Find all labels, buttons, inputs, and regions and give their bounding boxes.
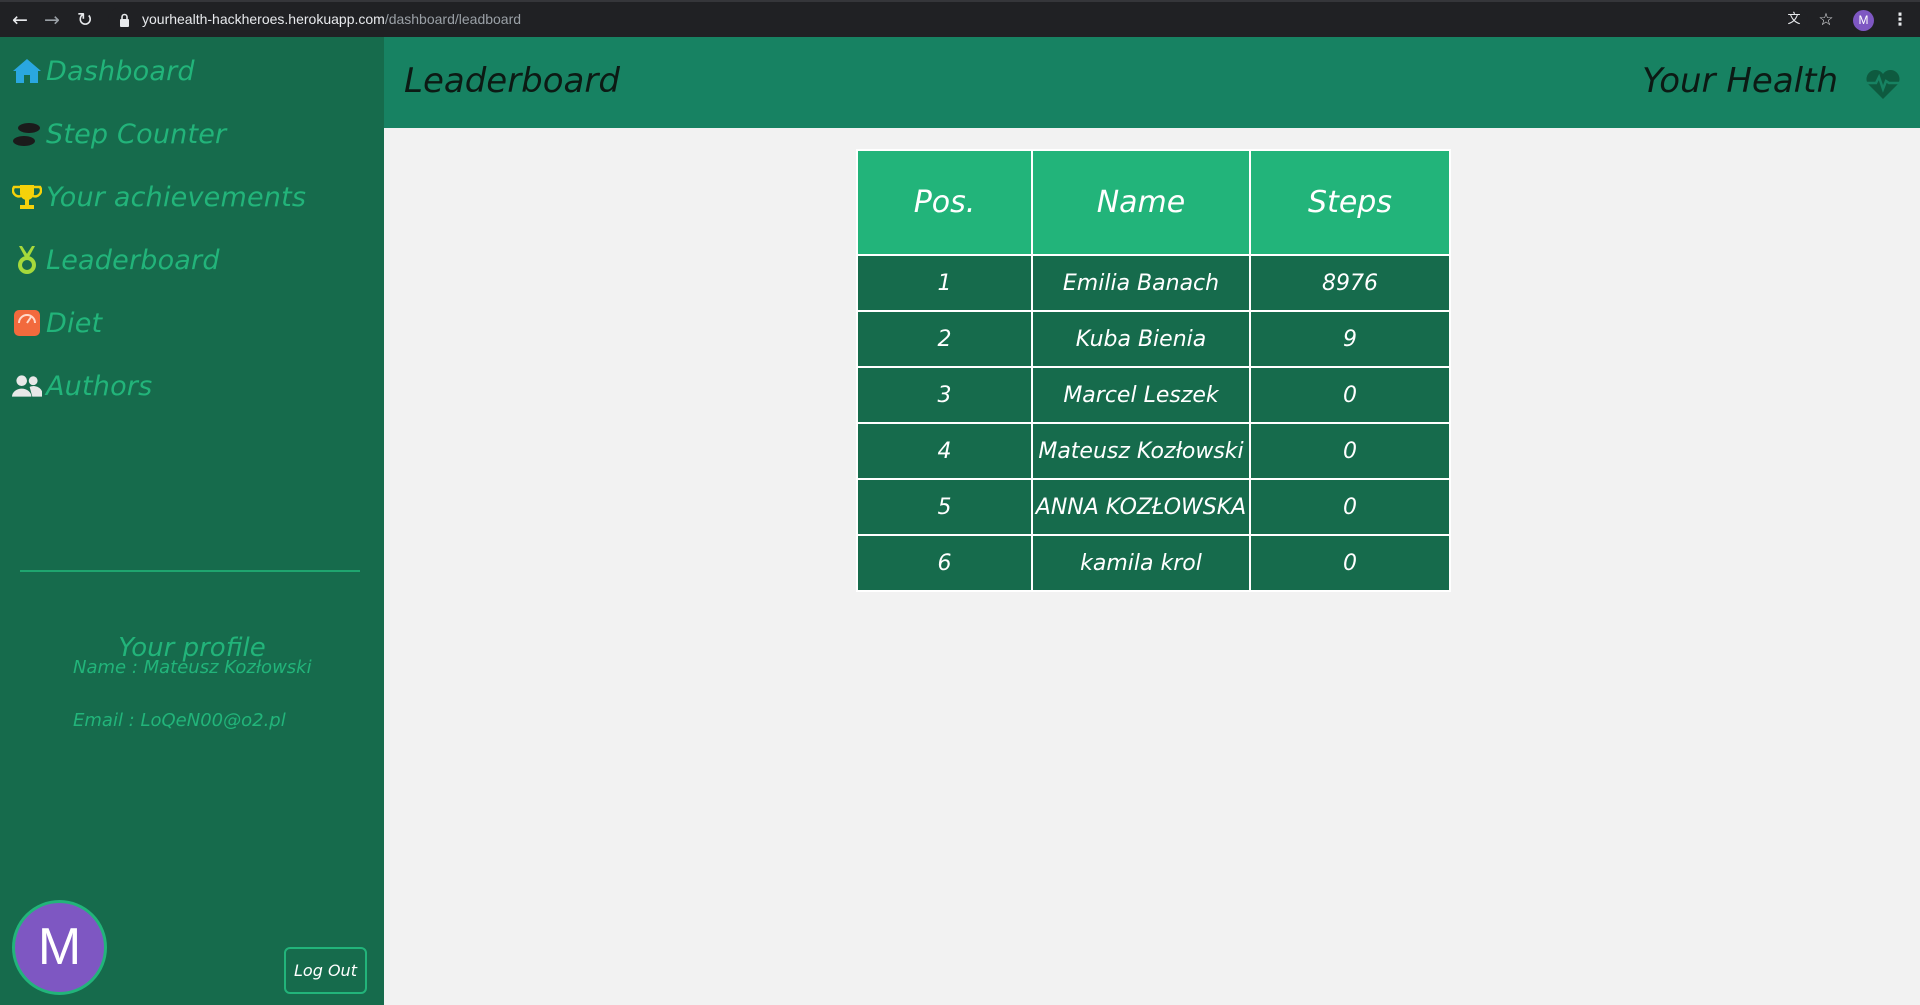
profile-email: Email : LoQeN00@o2.pl: [73, 710, 286, 731]
sidebar-item-label: Leaderboard: [46, 244, 220, 276]
medal-icon: [12, 245, 42, 275]
sidebar-item-label: Your achievements: [46, 181, 307, 213]
translate-icon[interactable]: 文: [1782, 8, 1806, 32]
users-icon: [12, 371, 42, 401]
sidebar-item-label: Authors: [46, 370, 153, 402]
back-arrow-icon[interactable]: ←: [8, 8, 32, 32]
table-row: 4 Mateusz Kozłowski 0: [856, 422, 1451, 480]
cell-steps: 9: [1249, 310, 1451, 368]
table-row: 1 Emilia Banach 8976: [856, 254, 1451, 312]
cell-name: ANNA KOZŁOWSKA: [1031, 478, 1251, 536]
sidebar-item-label: Dashboard: [46, 55, 195, 87]
table-row: 2 Kuba Bienia 9: [856, 310, 1451, 368]
browser-profile-avatar[interactable]: M: [1853, 10, 1874, 31]
sidebar-item-leaderboard[interactable]: Leaderboard: [12, 240, 220, 280]
table-header-row: Pos. Name Steps: [856, 149, 1451, 256]
sidebar-item-diet[interactable]: Diet: [12, 303, 102, 343]
page-header: Leaderboard Your Health: [384, 37, 1920, 128]
footprints-icon: [12, 119, 42, 149]
forward-arrow-icon[interactable]: →: [40, 8, 64, 32]
cell-name: Emilia Banach: [1031, 254, 1251, 312]
leaderboard-table: Pos. Name Steps 1 Emilia Banach 8976 2 K…: [856, 149, 1451, 592]
cell-steps: 0: [1249, 478, 1451, 536]
cell-pos: 5: [856, 478, 1033, 536]
cell-name: Mateusz Kozłowski: [1031, 422, 1251, 480]
cell-name: Marcel Leszek: [1031, 366, 1251, 424]
brand-name: Your Health: [1642, 61, 1838, 101]
column-header-name: Name: [1031, 149, 1251, 256]
cell-steps: 0: [1249, 422, 1451, 480]
table-row: 3 Marcel Leszek 0: [856, 366, 1451, 424]
sidebar-divider: [20, 570, 360, 572]
sidebar-item-label: Diet: [46, 307, 103, 339]
page-title: Leaderboard: [404, 61, 620, 101]
reload-icon[interactable]: ↻: [73, 8, 97, 32]
scale-icon: [12, 308, 42, 338]
home-icon: [12, 56, 42, 86]
sidebar: Dashboard Step Counter Your achievements…: [0, 37, 384, 1005]
sidebar-item-label: Step Counter: [46, 118, 227, 150]
table-row: 5 ANNA KOZŁOWSKA 0: [856, 478, 1451, 536]
cell-pos: 2: [856, 310, 1033, 368]
profile-name: Name : Mateusz Kozłowski: [73, 657, 312, 678]
url-text: yourhealth-hackheroes.herokuapp.com/dash…: [142, 11, 522, 27]
heart-pulse-icon: [1866, 69, 1900, 99]
sidebar-item-achievements[interactable]: Your achievements: [12, 177, 306, 217]
cell-steps: 0: [1249, 366, 1451, 424]
cell-pos: 1: [856, 254, 1033, 312]
cell-steps: 8976: [1249, 254, 1451, 312]
browser-toolbar: ← → ↻ yourhealth-hackheroes.herokuapp.co…: [0, 0, 1920, 37]
cell-pos: 4: [856, 422, 1033, 480]
table-row: 6 kamila krol 0: [856, 534, 1451, 592]
column-header-pos: Pos.: [856, 149, 1033, 256]
column-header-steps: Steps: [1249, 149, 1451, 256]
cell-name: Kuba Bienia: [1031, 310, 1251, 368]
cell-name: kamila krol: [1031, 534, 1251, 592]
sidebar-item-authors[interactable]: Authors: [12, 366, 152, 406]
cell-pos: 6: [856, 534, 1033, 592]
kebab-menu-icon[interactable]: ⋮: [1888, 8, 1912, 32]
star-icon[interactable]: ☆: [1814, 8, 1838, 32]
cell-pos: 3: [856, 366, 1033, 424]
avatar[interactable]: M: [12, 900, 107, 995]
address-bar[interactable]: yourhealth-hackheroes.herokuapp.com/dash…: [108, 7, 1808, 34]
logout-button[interactable]: Log Out: [284, 947, 367, 994]
lock-icon: [120, 13, 129, 27]
sidebar-item-step-counter[interactable]: Step Counter: [12, 114, 226, 154]
sidebar-item-dashboard[interactable]: Dashboard: [12, 51, 195, 91]
trophy-icon: [12, 182, 42, 212]
cell-steps: 0: [1249, 534, 1451, 592]
